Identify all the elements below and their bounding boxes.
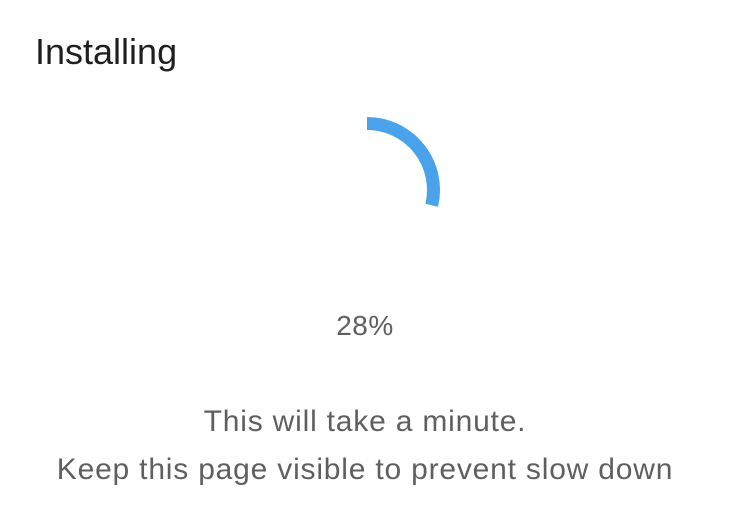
visibility-hint: Keep this page visible to prevent slow d… (56, 453, 674, 486)
progress-arc (366, 117, 440, 207)
wait-message: This will take a minute. (203, 405, 527, 438)
page-title: Installing (35, 31, 178, 72)
progress-spinner (366, 117, 440, 207)
progress-percent: 28% (336, 310, 394, 341)
